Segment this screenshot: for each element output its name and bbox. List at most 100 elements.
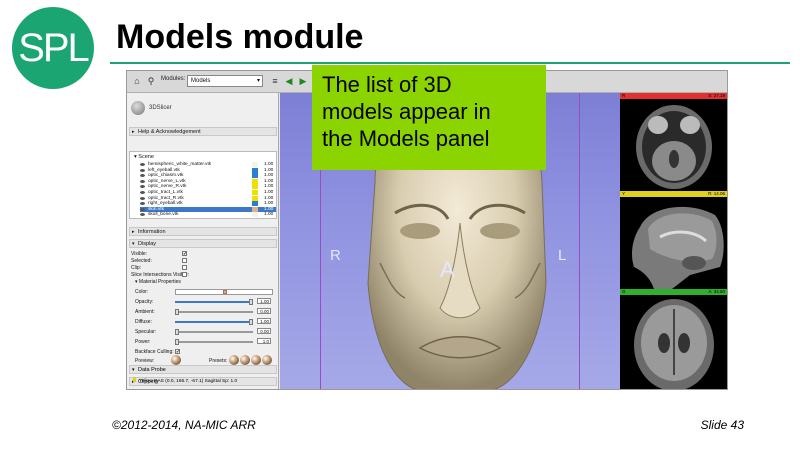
eye-icon[interactable] [140, 179, 145, 183]
opacity-spinbox[interactable]: 1.00 [257, 298, 271, 304]
module-selector[interactable]: Models ▾ [187, 75, 263, 87]
callout-box: The list of 3D models appear in the Mode… [312, 65, 546, 170]
backface-checkbox[interactable]: ✔ [175, 349, 180, 354]
presets-label: Presets: [209, 358, 228, 364]
model-opacity[interactable]: 1.00 [264, 173, 273, 178]
scene-tree[interactable]: ▾ Scene hemispheric_white_matter.vtk 1.00… [129, 151, 277, 219]
model-opacity[interactable]: 1.00 [264, 162, 273, 167]
title-divider [110, 62, 790, 64]
visible-label: Visible: [131, 251, 148, 257]
eye-icon[interactable] [140, 196, 145, 200]
slice-views: R S: 27.19 Y R: 14.06 G A: 34.50 [620, 93, 727, 389]
model-row[interactable]: optic_tract_L.vtk 1.00 [140, 190, 276, 195]
model-opacity[interactable]: 1.00 [264, 201, 273, 206]
slice-visible-label: Slice Intersections Visible: [131, 272, 189, 278]
model-name: optic_chiasm.vtk [148, 173, 184, 179]
material-properties-header[interactable]: ▾ Material Properties [135, 279, 181, 285]
opacity-label: Opacity: [135, 299, 154, 305]
ambient-slider[interactable] [175, 309, 253, 315]
home-icon[interactable]: ⌂ [131, 75, 143, 87]
model-color-swatch[interactable] [252, 173, 258, 179]
model-color-swatch[interactable] [252, 195, 258, 201]
visible-checkbox[interactable]: ✔ [182, 251, 187, 256]
model-name: skull_bone.vtk [148, 212, 179, 218]
model-opacity[interactable]: 1.00 [264, 184, 273, 189]
model-row[interactable]: hemispheric_white_matter.vtk 1.00 [140, 162, 276, 167]
eye-icon[interactable] [140, 191, 145, 194]
yellow-slice-marker [133, 377, 136, 382]
color-picker[interactable] [175, 289, 273, 295]
model-opacity[interactable]: 1.00 [264, 168, 273, 173]
ambient-spinbox[interactable]: 0.00 [257, 308, 271, 314]
history-icon[interactable]: ≡ [269, 75, 281, 87]
modules-label: Modules: [161, 76, 186, 82]
sagittal-slice-view[interactable] [620, 197, 727, 289]
model-row[interactable]: left_eyeball.vtk 1.00 [140, 167, 276, 173]
spl-logo: SPL [12, 7, 94, 89]
model-row[interactable]: optic_tract_R.vtk 1.00 [140, 195, 276, 201]
selected-checkbox[interactable] [182, 258, 187, 263]
model-color-swatch[interactable] [252, 184, 258, 190]
model-name: hemispheric_white_matter.vtk [148, 162, 212, 167]
eye-icon[interactable] [140, 174, 145, 178]
data-probe-text: Yellow RAS (0.0, 166.7, -67.1) Sagittal … [133, 377, 237, 384]
model-color-swatch[interactable] [252, 206, 258, 212]
preset-1-sphere[interactable] [229, 355, 239, 365]
model-row[interactable]: skull_bone.vtk 1.00 [140, 212, 276, 218]
section-help[interactable]: ▸ Help & Acknowledgement [129, 127, 277, 136]
eye-icon[interactable] [140, 207, 145, 211]
opacity-slider[interactable] [175, 299, 253, 305]
slicer-brand: 3DSlicer [131, 99, 172, 117]
model-row[interactable]: optic_chiasm.vtk 1.00 [140, 173, 276, 179]
model-name: right_eyeball.vtk [148, 201, 183, 207]
model-name: optic_nerve_R.vtk [148, 184, 187, 190]
copyright-footer: ©2012-2014, NA-MIC ARR [112, 418, 256, 432]
power-spinbox[interactable]: 1.0 [257, 338, 271, 344]
diffuse-slider[interactable] [175, 319, 253, 325]
slice-visible-checkbox[interactable] [182, 272, 187, 277]
section-display[interactable]: ▾ Display [129, 239, 277, 248]
eye-icon[interactable] [140, 185, 145, 189]
model-color-swatch[interactable] [252, 162, 258, 167]
model-color-swatch[interactable] [252, 201, 258, 207]
slide-number: Slide 43 [700, 418, 744, 432]
model-opacity[interactable]: 1.00 [264, 212, 273, 217]
preset-3-sphere[interactable] [251, 355, 261, 365]
model-row[interactable]: right_eyeball.vtk 1.00 [140, 201, 276, 207]
model-color-swatch[interactable] [252, 167, 258, 173]
scene-label: ▾ Scene [134, 154, 154, 160]
color-swatch [223, 290, 227, 294]
diffuse-spinbox[interactable]: 1.00 [257, 318, 271, 324]
models-module-panel: 3DSlicer ▸ Help & Acknowledgement ▾ Scene… [127, 93, 279, 389]
collapse-arrow-icon: ▸ [132, 129, 135, 135]
axial-slice-view[interactable] [620, 99, 727, 191]
ambient-label: Ambient: [135, 309, 155, 315]
eye-icon[interactable] [140, 163, 145, 166]
model-color-swatch[interactable] [252, 178, 258, 184]
model-color-swatch[interactable] [252, 212, 258, 218]
section-data-probe[interactable]: ▾ Data Probe [129, 365, 277, 374]
search-icon[interactable]: ⚲ [145, 75, 157, 87]
back-arrow-icon[interactable]: ◀ [283, 75, 295, 87]
eye-icon[interactable] [140, 213, 145, 217]
specular-spinbox[interactable]: 0.00 [257, 328, 271, 334]
callout-line-2: models appear in [322, 99, 491, 124]
power-slider[interactable] [175, 339, 253, 345]
model-opacity[interactable]: 1.00 [264, 190, 273, 195]
specular-slider[interactable] [175, 329, 253, 335]
forward-arrow-icon[interactable]: ▶ [297, 75, 309, 87]
collapse-arrow-icon: ▸ [132, 229, 135, 235]
preset-4-sphere[interactable] [262, 355, 272, 365]
chevron-down-icon: ▾ [256, 78, 260, 84]
coronal-slice-view[interactable] [620, 295, 727, 389]
preview-label: Preview: [135, 358, 155, 364]
model-name: optic_tract_L.vtk [148, 190, 183, 195]
section-information[interactable]: ▸ Information [129, 227, 277, 236]
model-row[interactable]: optic_nerve_R.vtk 1.00 [140, 184, 276, 190]
model-color-swatch[interactable] [252, 190, 258, 195]
preset-2-sphere[interactable] [240, 355, 250, 365]
eye-icon[interactable] [140, 168, 145, 172]
model-opacity[interactable]: 1.00 [264, 196, 273, 201]
clip-checkbox[interactable] [182, 265, 187, 270]
eye-icon[interactable] [140, 202, 145, 206]
